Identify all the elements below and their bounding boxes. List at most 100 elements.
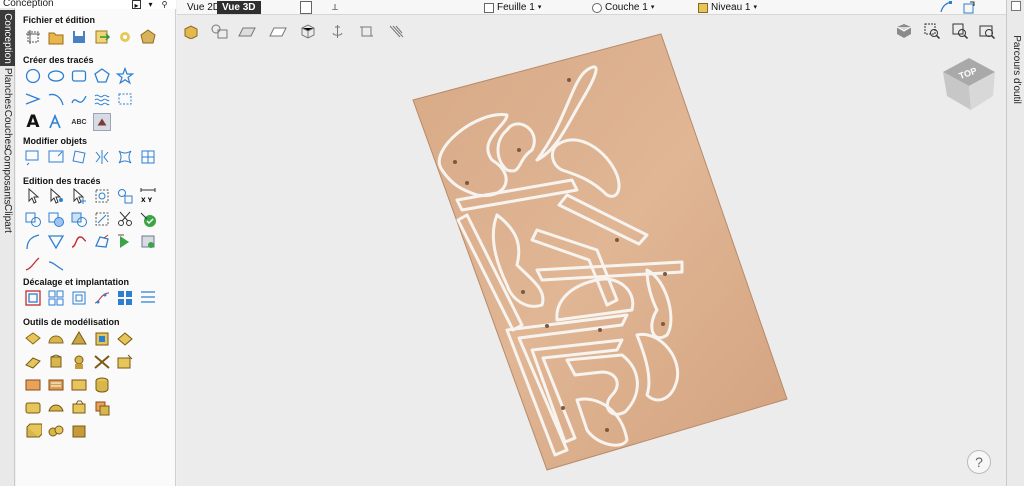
smooth-icon[interactable] bbox=[70, 233, 88, 251]
help-button[interactable]: ? bbox=[967, 450, 991, 474]
tab-toolpaths[interactable]: Parcours d'outil bbox=[1007, 14, 1024, 124]
tab-planches[interactable]: Planches bbox=[0, 67, 15, 108]
offset-icon[interactable] bbox=[24, 289, 42, 307]
distort-icon[interactable] bbox=[116, 148, 134, 166]
panel-toggle-icon[interactable] bbox=[1011, 1, 1021, 11]
empty-slot-icon bbox=[116, 399, 134, 417]
curve-icon[interactable] bbox=[70, 90, 88, 108]
merge-icon[interactable] bbox=[93, 399, 111, 417]
design-panel: Fichier et édition Créer des tracés A AB… bbox=[16, 9, 176, 486]
sculpt-icon[interactable] bbox=[24, 353, 42, 371]
selection-tools-icon[interactable] bbox=[116, 187, 134, 205]
tab-conception[interactable]: Conception bbox=[0, 10, 15, 66]
array-copy-icon[interactable] bbox=[47, 289, 65, 307]
stack-icon[interactable] bbox=[93, 376, 111, 394]
box-icon[interactable] bbox=[24, 422, 42, 440]
close-vectors-icon[interactable] bbox=[93, 233, 111, 251]
3d-board bbox=[412, 33, 788, 471]
bounding-box-icon[interactable] bbox=[116, 90, 134, 108]
3d-viewport[interactable]: Vue 2D Vue 3D ⟂ Feuille 1 ▾ Couche 1 ▾ N… bbox=[177, 0, 1006, 486]
tab-clipart[interactable]: Clipart bbox=[0, 203, 15, 233]
bake-icon[interactable] bbox=[24, 376, 42, 394]
join-icon[interactable] bbox=[93, 210, 111, 228]
ellipse-icon[interactable] bbox=[47, 67, 65, 85]
rectangle-icon[interactable] bbox=[70, 67, 88, 85]
text-icon[interactable]: A bbox=[24, 112, 42, 132]
block-icon[interactable] bbox=[70, 422, 88, 440]
node-edit-icon[interactable] bbox=[47, 187, 65, 205]
weld-icon[interactable] bbox=[24, 210, 42, 228]
polygon-icon[interactable] bbox=[93, 67, 111, 85]
arc-fit-icon[interactable] bbox=[47, 256, 65, 274]
pin-icon[interactable]: ⚲ bbox=[160, 0, 169, 9]
texture-icon[interactable] bbox=[47, 376, 65, 394]
fillet-icon[interactable] bbox=[24, 233, 42, 251]
wrap-icon[interactable] bbox=[47, 399, 65, 417]
wood-board bbox=[412, 33, 788, 471]
circle-icon[interactable] bbox=[24, 67, 42, 85]
new-file-icon[interactable] bbox=[24, 28, 42, 46]
curve-fit-icon[interactable] bbox=[24, 256, 42, 274]
scale-icon[interactable] bbox=[47, 148, 65, 166]
extrude-icon[interactable] bbox=[93, 330, 111, 348]
trim-icon[interactable] bbox=[116, 210, 134, 228]
wave-icon[interactable] bbox=[93, 90, 111, 108]
save-icon[interactable] bbox=[70, 28, 88, 46]
open-file-icon[interactable] bbox=[47, 28, 65, 46]
text-on-curve-icon[interactable] bbox=[47, 113, 65, 131]
text-icon-letter: A bbox=[26, 112, 40, 132]
image-icon[interactable] bbox=[139, 233, 157, 251]
scale-model-icon[interactable] bbox=[116, 353, 134, 371]
spheres-icon[interactable] bbox=[47, 422, 65, 440]
distort-model-icon[interactable] bbox=[24, 399, 42, 417]
empty-slot-icon bbox=[139, 67, 157, 85]
pyramid-icon[interactable] bbox=[70, 330, 88, 348]
transform-icon[interactable] bbox=[70, 187, 88, 205]
tab-couches[interactable]: Couches bbox=[0, 109, 15, 149]
mirror-icon[interactable] bbox=[93, 148, 111, 166]
section-title-edit-vectors: Edition des tracés bbox=[23, 176, 101, 186]
import-icon[interactable] bbox=[93, 28, 111, 46]
component-icon[interactable] bbox=[47, 353, 65, 371]
text-arc-icon[interactable]: ABC bbox=[70, 113, 88, 131]
shape-editor-icon[interactable] bbox=[24, 330, 42, 348]
bitmap-import-icon[interactable] bbox=[116, 28, 134, 46]
section-title-modify: Modifier objets bbox=[23, 136, 88, 146]
tab-composants[interactable]: Composants bbox=[0, 148, 15, 204]
panel-controls: ▸ ▾ ⚲ bbox=[132, 0, 172, 10]
text-arc-label: ABC bbox=[71, 118, 87, 126]
tab-label: Clipart bbox=[2, 203, 13, 233]
offset-play-icon[interactable] bbox=[116, 233, 134, 251]
select-arrow-icon[interactable] bbox=[24, 187, 42, 205]
interactive-transform-icon[interactable] bbox=[93, 187, 111, 205]
intersect-icon[interactable] bbox=[70, 210, 88, 228]
dome-icon[interactable] bbox=[47, 330, 65, 348]
nesting-icon[interactable] bbox=[116, 289, 134, 307]
dropdown-icon[interactable]: ▾ bbox=[146, 0, 155, 9]
copy-along-path-icon[interactable] bbox=[93, 289, 111, 307]
model-icon[interactable] bbox=[139, 28, 157, 46]
move-icon[interactable] bbox=[24, 148, 42, 166]
collapse-panel-icon[interactable]: ▸ bbox=[132, 0, 141, 10]
subtract-icon[interactable] bbox=[47, 210, 65, 228]
circular-copy-icon[interactable] bbox=[70, 289, 88, 307]
section-title-file: Fichier et édition bbox=[23, 15, 96, 25]
revolve-icon[interactable] bbox=[116, 330, 134, 348]
tab-label: Couches bbox=[2, 109, 13, 149]
measure-xy-icon[interactable]: X Y bbox=[139, 187, 157, 205]
trace-bitmap-icon[interactable] bbox=[93, 113, 111, 131]
validate-icon[interactable] bbox=[139, 210, 157, 228]
triangle-nodes-icon[interactable] bbox=[47, 233, 65, 251]
two-rail-icon[interactable] bbox=[93, 353, 111, 371]
fade-icon[interactable] bbox=[70, 376, 88, 394]
smooth-model-icon[interactable] bbox=[70, 353, 88, 371]
emboss-icon[interactable] bbox=[70, 399, 88, 417]
polyline-icon[interactable] bbox=[24, 90, 42, 108]
rotate-icon[interactable] bbox=[70, 148, 88, 166]
empty-slot-icon bbox=[116, 376, 134, 394]
align-icon[interactable] bbox=[139, 148, 157, 166]
section-title-create: Créer des tracés bbox=[23, 55, 94, 65]
star-icon[interactable] bbox=[116, 67, 134, 85]
arc-icon[interactable] bbox=[47, 90, 65, 108]
dovetail-icon[interactable] bbox=[139, 289, 157, 307]
